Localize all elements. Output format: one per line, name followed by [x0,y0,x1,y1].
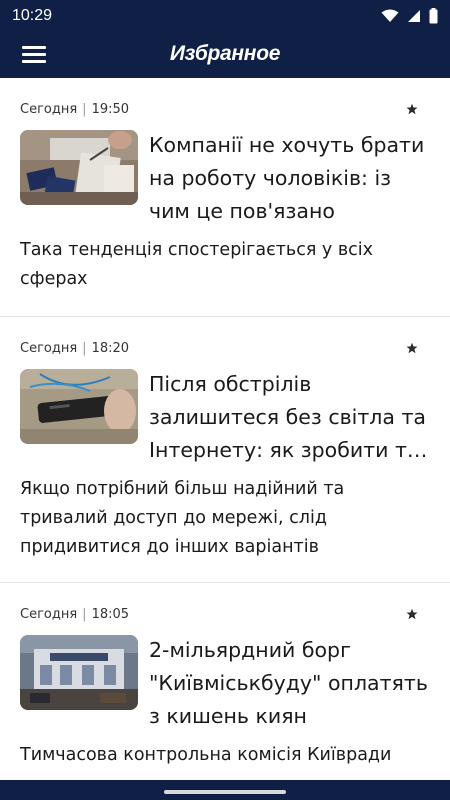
lead-line: придивитися до інших варіантів [20,537,319,557]
lead-line: сферах [20,269,88,289]
building-photo [20,635,138,710]
lead-line: тривалий доступ до мережі, слід [20,508,327,528]
star-icon[interactable] [406,103,418,115]
meta-separator: | [82,102,87,117]
article-day: Сегодня [20,102,78,117]
battery-icon [429,8,438,24]
article-day: Сегодня [20,341,78,356]
documents-photo [20,130,138,205]
headline-line: Після обстрілів [149,372,312,396]
article-headline[interactable]: Компанії не хочуть брати на роботу чолов… [149,129,429,228]
wifi-icon [381,9,399,22]
article-day: Сегодня [20,607,78,622]
article-time: 18:20 [91,341,130,356]
headline-line: залишитеся без світла та [149,405,426,429]
article-time: 19:50 [91,102,130,117]
headline-line: Інтернету: як зробити т… [149,438,428,462]
article-headline[interactable]: Після обстрілів залишитеся без світла та… [149,368,429,467]
system-navigation-bar [0,780,450,800]
app-screen: 10:29 Избранное Сегодня | 19:50 Компанії… [0,0,450,800]
status-icons [381,8,438,24]
lead-line: Тимчасова контрольна комісія Київради [20,745,392,765]
article-headline[interactable]: 2-мільярдний борг "Київміськбуду" оплатя… [149,634,429,733]
star-icon[interactable] [406,342,418,354]
home-gesture-handle[interactable] [164,790,286,794]
signal-icon [408,10,420,22]
lead-line: Така тенденція спостерігається у всіх [20,240,373,260]
headline-line: 2-мільярдний борг [149,638,351,662]
article-lead: Така тенденція спостерігається у всіх сф… [20,236,430,294]
headline-line: на роботу чоловіків: із [149,166,392,190]
article-time: 18:05 [91,607,130,622]
article-thumbnail[interactable] [20,635,138,710]
page-title: Избранное [169,42,281,65]
headline-line: чим це пов'язано [149,199,335,223]
article-card[interactable]: Сегодня | 19:50 Компанії не хочуть брати… [0,78,450,317]
app-bar: Избранное [0,32,450,78]
headline-line: Компанії не хочуть брати [149,133,425,157]
headline-line: "Київміськбуду" оплатять [149,671,428,695]
meta-separator: | [82,607,87,622]
article-thumbnail[interactable] [20,369,138,444]
article-lead: Якщо потрібний більш надійний та тривали… [20,475,430,562]
status-bar: 10:29 [0,0,450,32]
article-thumbnail[interactable] [20,130,138,205]
favorites-feed[interactable]: Сегодня | 19:50 Компанії не хочуть брати… [0,78,450,780]
status-time: 10:29 [12,7,53,24]
article-card[interactable]: Сегодня | 18:20 Після обстрілів залишите… [0,317,450,583]
star-icon[interactable] [406,608,418,620]
headline-line: з кишень киян [149,704,307,728]
article-lead: Тимчасова контрольна комісія Київради [20,741,430,770]
meta-separator: | [82,341,87,356]
article-meta: Сегодня | 19:50 [20,102,129,117]
article-card[interactable]: Сегодня | 18:05 2-мільярдний борг "Київм… [0,583,450,780]
router-photo [20,369,138,444]
article-meta: Сегодня | 18:05 [20,607,129,622]
article-meta: Сегодня | 18:20 [20,341,129,356]
lead-line: Якщо потрібний більш надійний та [20,479,345,499]
